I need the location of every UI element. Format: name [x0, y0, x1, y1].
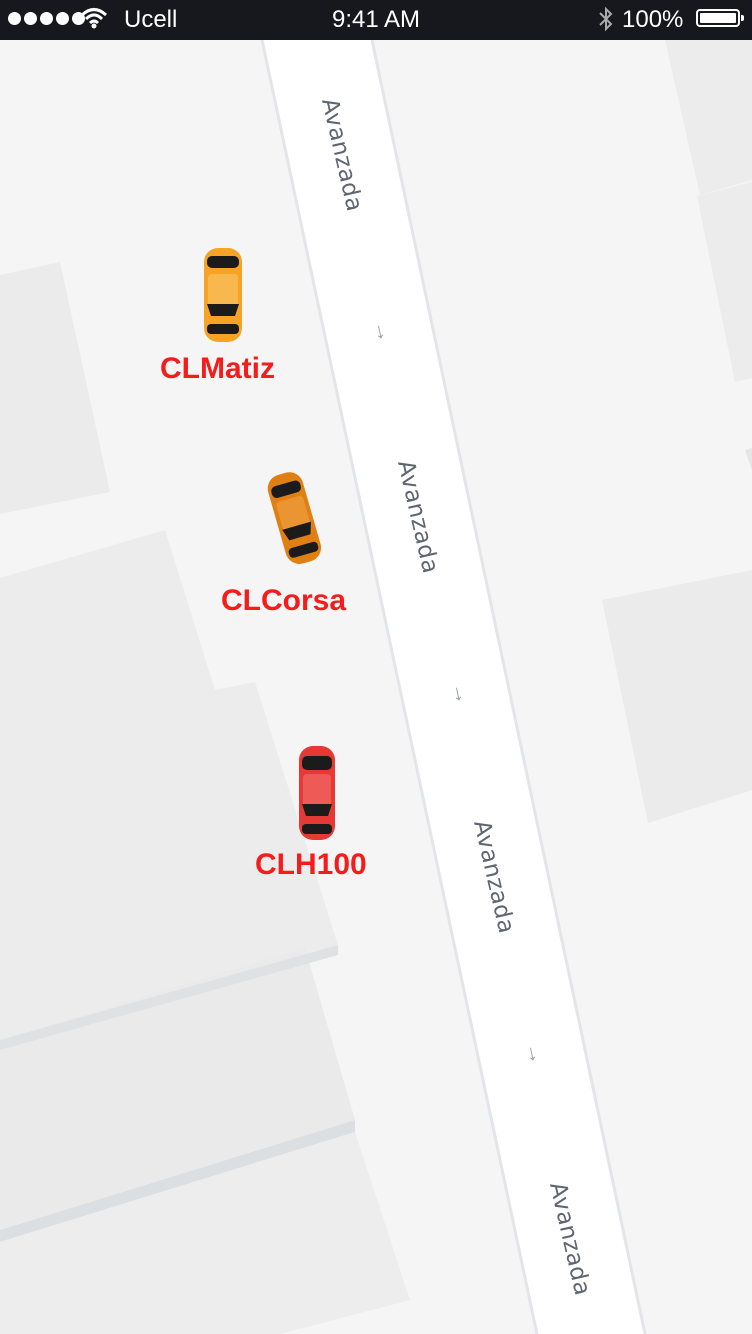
vehicle-label[interactable]: CLCorsa — [221, 584, 346, 618]
battery-icon — [696, 9, 744, 27]
battery-percent: 100% — [622, 6, 684, 33]
vehicle-label[interactable]: CLMatiz — [160, 352, 275, 386]
bluetooth-icon — [597, 6, 615, 39]
status-bar: Ucell 9:41 AM 100% — [0, 0, 752, 40]
map-view[interactable]: Avanzada Avanzada Avanzada Avanzada ↓ ↓ … — [0, 40, 752, 1334]
map-canvas — [0, 40, 752, 1334]
vehicle-label[interactable]: CLH100 — [255, 848, 367, 882]
